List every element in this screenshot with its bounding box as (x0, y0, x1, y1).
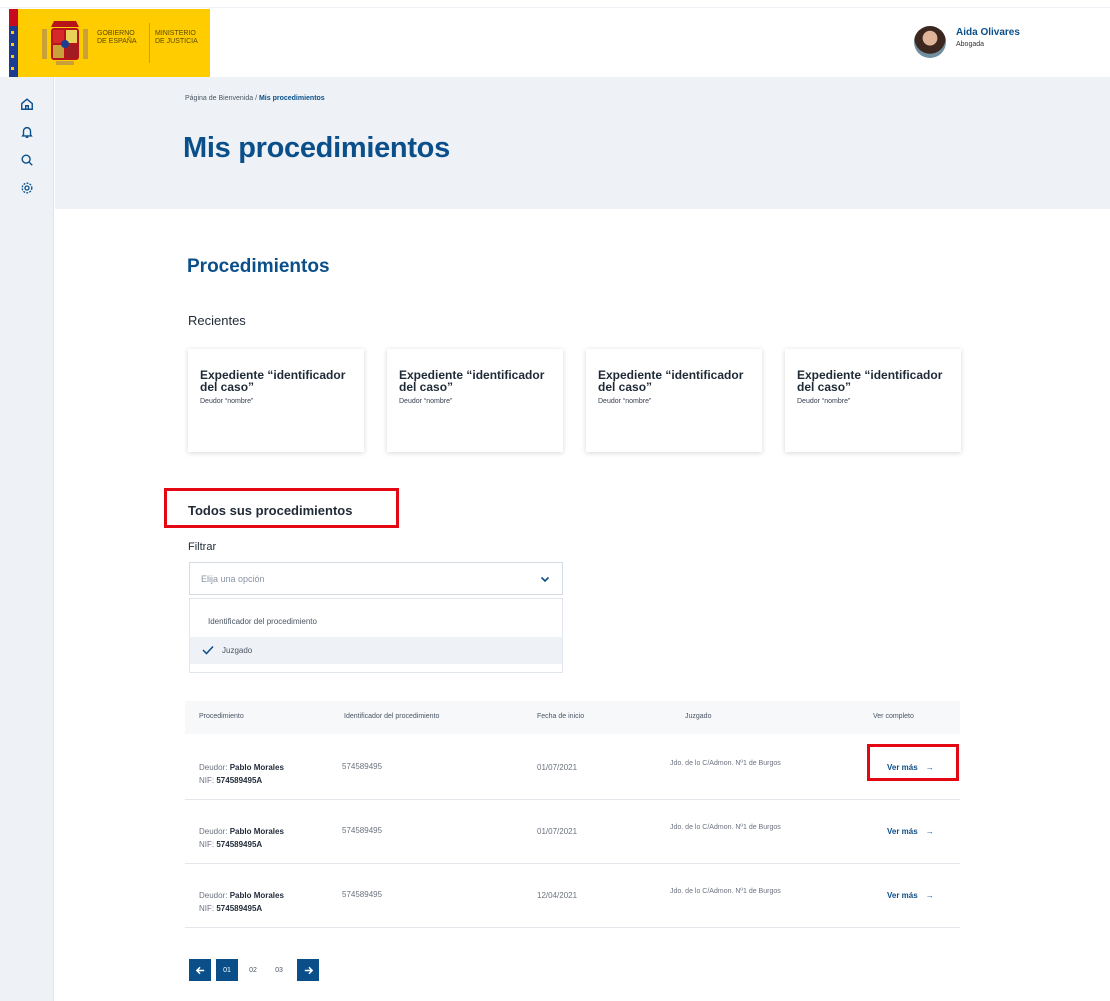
debtor-name: Pablo Morales (229, 891, 284, 900)
arrow-right-icon: → (925, 827, 934, 836)
ver-mas-link[interactable]: Ver más → (887, 891, 934, 900)
user-name: Aida Olivares (956, 27, 1020, 38)
nif-value: 574589495A (216, 904, 263, 913)
nif-label: NIF: (199, 904, 217, 913)
table-row: Deudor: Pablo Morales NIF: 574589495A 57… (185, 736, 960, 800)
recent-card[interactable]: Expediente “identificador del caso” Deud… (586, 349, 762, 452)
filter-label: Filtrar (188, 541, 217, 553)
app-header: GOBIERNO DE ESPAÑA MINISTERIO DE JUSTICI… (0, 9, 1110, 77)
procedure-id: 574589495 (342, 890, 383, 899)
nif-value: 574589495A (216, 840, 263, 849)
user-menu[interactable]: Aida Olivares Abogada (914, 24, 1094, 64)
recent-card[interactable]: Expediente “identificador del caso” Deud… (188, 349, 364, 452)
bell-icon[interactable] (18, 123, 36, 141)
search-icon[interactable] (18, 151, 36, 169)
card-title: Expediente “identificador del caso” (200, 368, 346, 394)
arrow-right-icon: → (925, 891, 934, 900)
gov-label: GOBIERNO DE ESPAÑA (97, 30, 145, 46)
home-icon[interactable] (18, 95, 36, 113)
th-fecha: Fecha de inicio (537, 713, 585, 720)
table-row: Deudor: Pablo Morales NIF: 574589495A 57… (185, 864, 960, 928)
chevron-down-icon (540, 576, 550, 583)
filter-dropdown: Identificador del procedimiento Juzgado (189, 598, 563, 673)
page-3[interactable]: 03 (268, 959, 290, 981)
nif-label: NIF: (199, 840, 217, 849)
recent-card[interactable]: Expediente “identificador del caso” Deud… (387, 349, 563, 452)
procedure-id: 574589495 (342, 762, 383, 771)
table-header: Procedimiento Identificador del procedim… (185, 701, 960, 734)
eu-flag-stripe (9, 9, 18, 77)
debtor-cell: Deudor: Pablo Morales NIF: 574589495A (199, 761, 284, 787)
prev-page-button[interactable] (189, 959, 211, 981)
recent-card[interactable]: Expediente “identificador del caso” Deud… (785, 349, 961, 452)
nif-label: NIF: (199, 776, 217, 785)
page-2[interactable]: 02 (242, 959, 264, 981)
procedure-id: 574589495 (342, 826, 383, 835)
arrow-right-icon (304, 966, 313, 974)
filter-option-juzgado[interactable]: Juzgado (190, 637, 562, 664)
logo-divider (149, 23, 150, 63)
filter-select[interactable]: Elija una opción (189, 562, 563, 595)
th-procedimiento: Procedimiento (199, 713, 244, 720)
card-subtitle: Deudor “nombre” (200, 398, 254, 405)
coat-of-arms-icon (42, 21, 88, 65)
breadcrumb-home[interactable]: Página de Bienvenida (185, 95, 253, 102)
government-logo[interactable]: GOBIERNO DE ESPAÑA MINISTERIO DE JUSTICI… (9, 9, 210, 77)
table-row: Deudor: Pablo Morales NIF: 574589495A 57… (185, 800, 960, 864)
card-title: Expediente “identificador del caso” (797, 368, 943, 394)
top-strip (0, 0, 1110, 8)
ministry-label: MINISTERIO DE JUSTICIA (155, 30, 207, 46)
all-procedures-title: Todos sus procedimientos (188, 503, 353, 518)
start-date: 12/04/2021 (537, 891, 578, 900)
option-label: Identificador del procedimiento (208, 617, 317, 626)
card-subtitle: Deudor “nombre” (797, 398, 851, 405)
card-title: Expediente “identificador del caso” (399, 368, 545, 394)
gov-line2: DE ESPAÑA (97, 38, 137, 45)
start-date: 01/07/2021 (537, 763, 578, 772)
court: Jdo. de lo C/Admon. Nº1 de Burgos (670, 760, 781, 767)
next-page-button[interactable] (297, 959, 319, 981)
user-role: Abogada (956, 41, 985, 48)
page-1[interactable]: 01 (216, 959, 238, 981)
th-ver-completo: Ver completo (873, 713, 914, 720)
card-subtitle: Deudor “nombre” (598, 398, 652, 405)
highlight-box-ver-mas (867, 744, 959, 781)
debtor-label: Deudor: (199, 827, 230, 836)
nif-value: 574589495A (216, 776, 263, 785)
section-title: Procedimientos (187, 256, 330, 277)
th-identificador: Identificador del procedimiento (344, 713, 440, 720)
gear-icon[interactable] (18, 179, 36, 197)
filter-placeholder: Elija una opción (201, 574, 265, 584)
option-label: Juzgado (222, 646, 253, 655)
debtor-label: Deudor: (199, 891, 230, 900)
breadcrumb-current: Mis procedimientos (258, 95, 325, 102)
avatar[interactable] (914, 26, 946, 58)
debtor-name: Pablo Morales (229, 827, 284, 836)
debtor-name: Pablo Morales (229, 763, 284, 772)
th-juzgado: Juzgado (685, 713, 712, 720)
ver-mas-label: Ver más (887, 827, 918, 836)
ver-mas-label: Ver más (887, 891, 918, 900)
debtor-cell: Deudor: Pablo Morales NIF: 574589495A (199, 889, 284, 915)
breadcrumb: Página de Bienvenida / Mis procedimiento… (185, 95, 325, 102)
page-title: Mis procedimientos (183, 132, 450, 164)
card-title: Expediente “identificador del caso” (598, 368, 744, 394)
debtor-cell: Deudor: Pablo Morales NIF: 574589495A (199, 825, 284, 851)
filter-option-identificador[interactable]: Identificador del procedimiento (190, 608, 562, 635)
arrow-left-icon (195, 966, 204, 974)
min-line1: MINISTERIO (155, 30, 196, 37)
debtor-label: Deudor: (199, 763, 230, 772)
recent-title: Recientes (188, 313, 246, 328)
check-icon (202, 645, 214, 655)
gov-line1: GOBIERNO (97, 30, 135, 37)
court: Jdo. de lo C/Admon. Nº1 de Burgos (670, 888, 781, 895)
min-line2: DE JUSTICIA (155, 38, 198, 45)
sidebar (0, 77, 54, 1001)
card-subtitle: Deudor “nombre” (399, 398, 453, 405)
court: Jdo. de lo C/Admon. Nº1 de Burgos (670, 824, 781, 831)
ver-mas-link[interactable]: Ver más → (887, 827, 934, 836)
start-date: 01/07/2021 (537, 827, 578, 836)
